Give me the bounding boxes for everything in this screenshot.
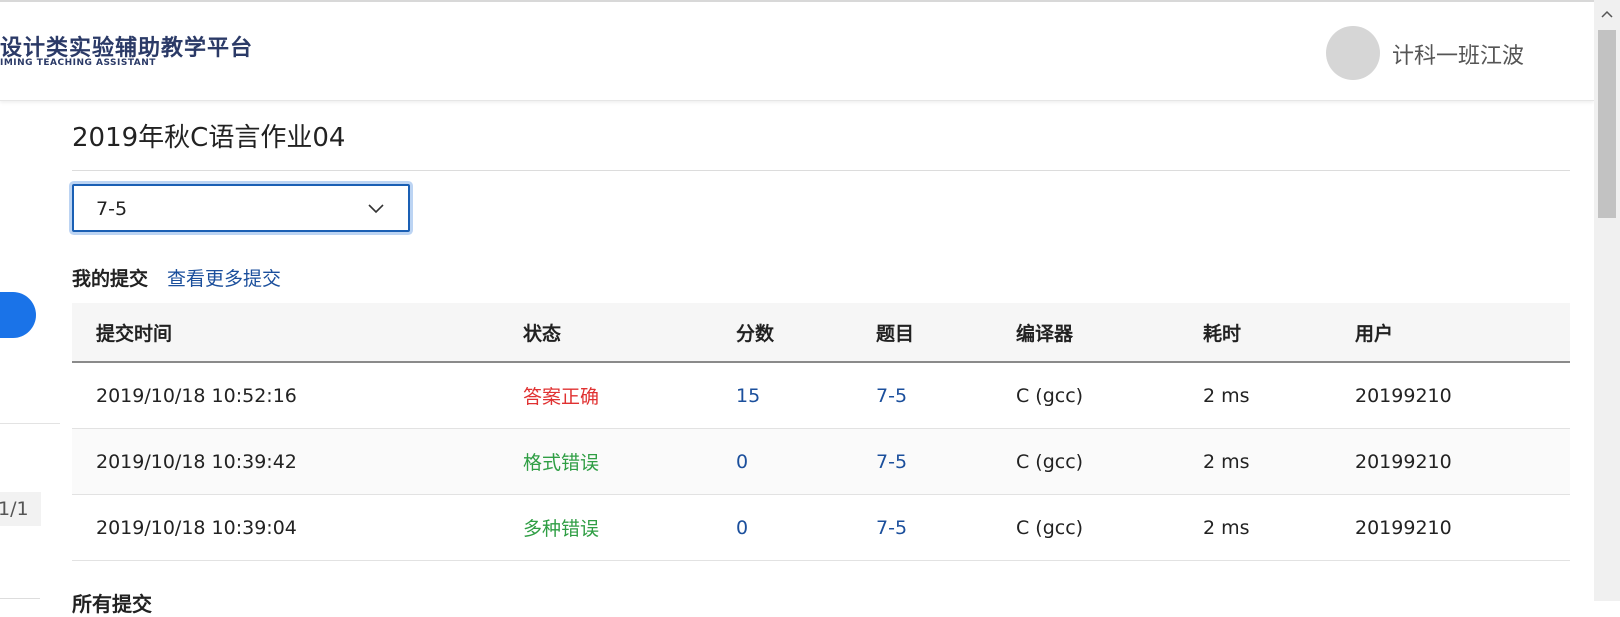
sidebar-pagination: 1/1 bbox=[0, 492, 41, 526]
scroll-up-button[interactable] bbox=[1594, 0, 1620, 28]
page-title: 2019年秋C语言作业04 bbox=[72, 123, 346, 153]
header-compiler: 编译器 bbox=[1016, 322, 1074, 345]
cell-problem-link[interactable]: 7-5 bbox=[876, 363, 907, 428]
sidebar-divider-bottom bbox=[0, 598, 40, 599]
cell-submit-time: 2019/10/18 10:52:16 bbox=[96, 384, 297, 407]
sidebar-active-button[interactable] bbox=[0, 292, 36, 338]
sidebar-divider bbox=[0, 423, 60, 424]
header-status: 状态 bbox=[523, 322, 562, 345]
cell-user: 20199210 bbox=[1355, 516, 1452, 539]
cell-score-link[interactable]: 0 bbox=[736, 429, 748, 494]
header-user: 用户 bbox=[1355, 322, 1394, 345]
submissions-table: 提交时间 状态 分数 题目 编译器 耗时 用户 2019/10/18 10:52… bbox=[72, 303, 1570, 561]
chevron-up-icon bbox=[1601, 10, 1613, 18]
table-row: 2019/10/18 10:39:42 格式错误 0 7-5 C (gcc) 2… bbox=[72, 429, 1570, 495]
header-time-cost: 耗时 bbox=[1203, 322, 1242, 345]
all-submissions-label: 所有提交 bbox=[72, 592, 152, 616]
cell-status: 多种错误 bbox=[523, 518, 600, 540]
cell-time-cost: 2 ms bbox=[1203, 450, 1250, 473]
cell-compiler: C (gcc) bbox=[1016, 384, 1084, 407]
table-header: 提交时间 状态 分数 题目 编译器 耗时 用户 bbox=[72, 303, 1570, 363]
cell-compiler: C (gcc) bbox=[1016, 450, 1084, 473]
cell-submit-time: 2019/10/18 10:39:04 bbox=[96, 516, 297, 539]
top-header: 设计类实验辅助教学平台 IMING TEACHING ASSISTANT 计科一… bbox=[0, 0, 1594, 101]
cell-score-link[interactable]: 0 bbox=[736, 495, 748, 560]
table-row: 2019/10/18 10:39:04 多种错误 0 7-5 C (gcc) 2… bbox=[72, 495, 1570, 561]
cell-time-cost: 2 ms bbox=[1203, 384, 1250, 407]
header-submit-time: 提交时间 bbox=[96, 322, 173, 345]
cell-status: 答案正确 bbox=[523, 386, 600, 408]
my-submissions-label: 我的提交 bbox=[72, 268, 149, 290]
cell-problem-link[interactable]: 7-5 bbox=[876, 429, 907, 494]
cell-status: 格式错误 bbox=[523, 452, 600, 474]
scrollbar-thumb[interactable] bbox=[1598, 30, 1616, 218]
header-score: 分数 bbox=[736, 322, 775, 345]
logo-subtitle: IMING TEACHING ASSISTANT bbox=[0, 58, 156, 68]
cell-user: 20199210 bbox=[1355, 450, 1452, 473]
avatar[interactable] bbox=[1326, 26, 1380, 80]
more-submissions-link[interactable]: 查看更多提交 bbox=[167, 264, 281, 291]
cell-compiler: C (gcc) bbox=[1016, 516, 1084, 539]
cell-problem-link[interactable]: 7-5 bbox=[876, 495, 907, 560]
problem-select-value: 7-5 bbox=[96, 198, 128, 220]
cell-submit-time: 2019/10/18 10:39:42 bbox=[96, 450, 297, 473]
cell-time-cost: 2 ms bbox=[1203, 516, 1250, 539]
cell-user: 20199210 bbox=[1355, 384, 1452, 407]
table-row: 2019/10/18 10:52:16 答案正确 15 7-5 C (gcc) … bbox=[72, 363, 1570, 429]
title-divider bbox=[72, 170, 1570, 171]
chevron-down-icon bbox=[368, 204, 384, 214]
problem-select[interactable]: 7-5 bbox=[72, 184, 410, 232]
vertical-scrollbar[interactable] bbox=[1594, 0, 1620, 601]
cell-score-link[interactable]: 15 bbox=[736, 363, 760, 428]
header-problem: 题目 bbox=[876, 322, 915, 345]
username[interactable]: 计科一班江波 bbox=[1392, 38, 1524, 70]
